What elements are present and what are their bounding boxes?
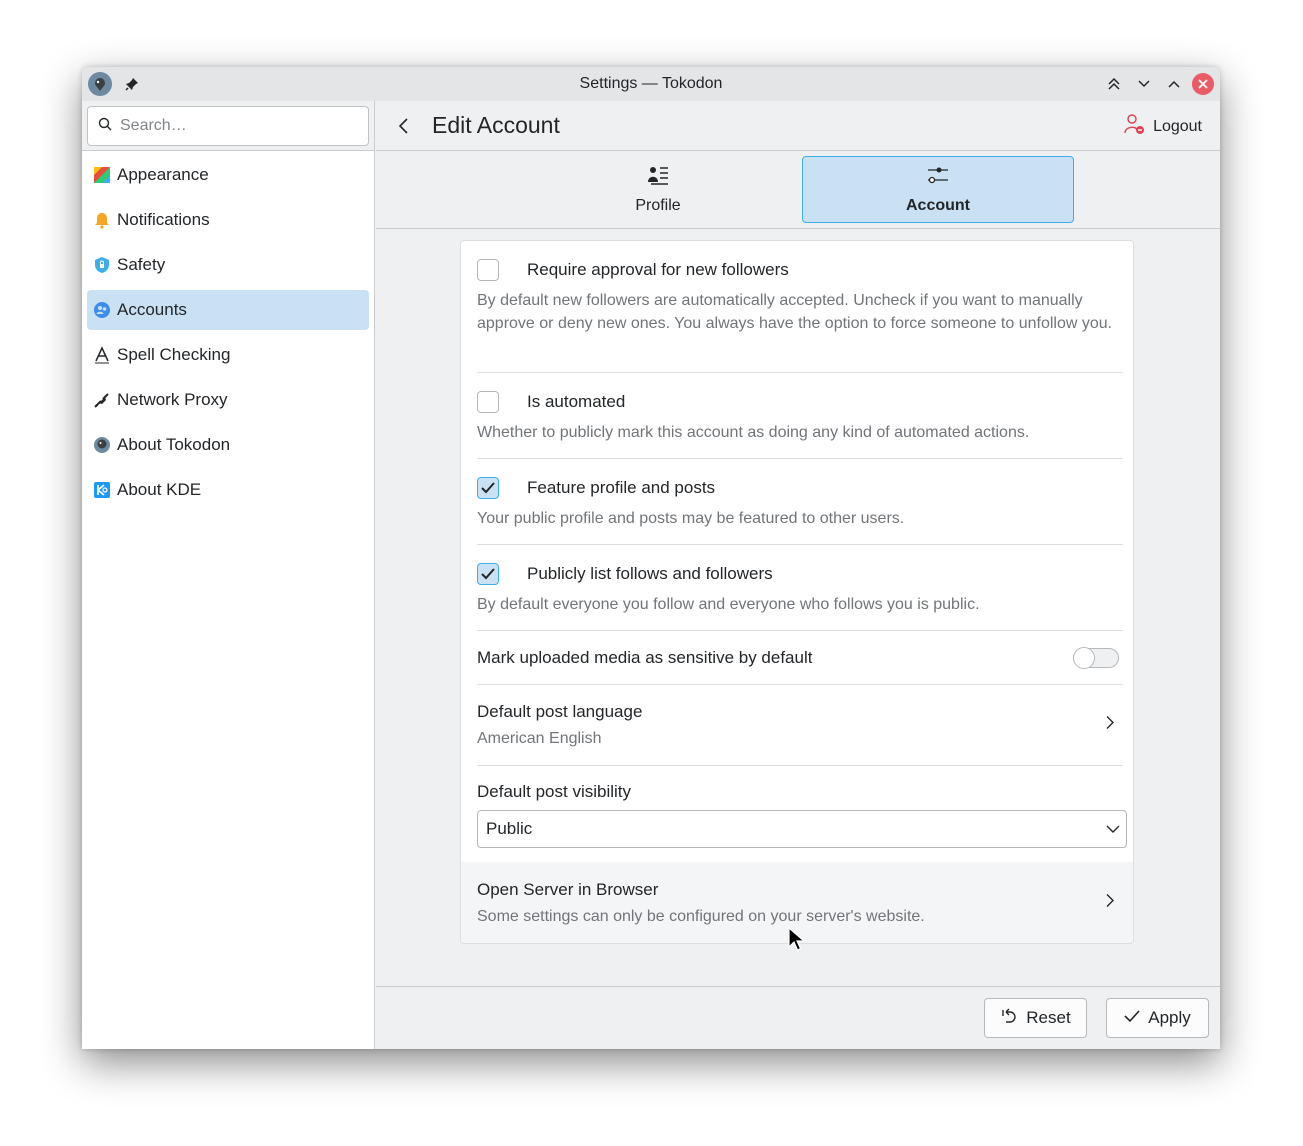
sidebar-item-label: Safety (117, 255, 166, 274)
sidebar-item-label: Spell Checking (117, 345, 231, 364)
tab-bar: Profile Account (376, 152, 1220, 229)
sensitive-media-toggle[interactable] (1073, 646, 1119, 669)
pin-icon[interactable] (120, 72, 144, 96)
post-language-row[interactable]: Default post language American English (477, 685, 1123, 766)
tab-label: Account (906, 197, 970, 214)
sidebar-item-about-kde[interactable]: About KDE (87, 470, 369, 510)
tab-account[interactable]: Account (802, 156, 1074, 223)
setting-label: Is automated (527, 392, 626, 411)
sidebar-item-appearance[interactable]: Appearance (87, 155, 369, 195)
sidebar-item-notifications[interactable]: Notifications (87, 200, 369, 240)
setting-description: Your public profile and posts may be fea… (477, 510, 905, 527)
sidebar-item-network-proxy[interactable]: Network Proxy (87, 380, 369, 420)
search-field[interactable] (87, 106, 369, 146)
sidebar-nav: Appearance Notifications Safety Accounts (82, 151, 374, 519)
setting-label: Default post language (477, 702, 643, 721)
shield-icon (93, 256, 111, 274)
sidebar-item-label: About Tokodon (117, 435, 231, 454)
search-icon (98, 117, 112, 136)
setting-label: Publicly list follows and followers (527, 564, 773, 583)
spellcheck-icon (93, 346, 111, 364)
chevron-down-icon (1106, 819, 1120, 839)
sidebar-item-label: Network Proxy (117, 390, 228, 409)
page-title: Edit Account (432, 112, 560, 138)
window-title: Settings — Tokodon (579, 75, 723, 92)
sidebar-item-accounts[interactable]: Accounts (87, 290, 369, 330)
user-remove-icon (1123, 113, 1145, 140)
feature-profile-row: Feature profile and posts Your public pr… (477, 459, 1123, 545)
account-settings-card: Require approval for new followers By de… (460, 240, 1134, 944)
title-bar: Settings — Tokodon (82, 67, 1220, 101)
require-approval-row: Require approval for new followers By de… (477, 241, 1123, 373)
kde-icon (93, 481, 111, 499)
maximize-icon[interactable] (1162, 72, 1186, 96)
back-icon[interactable] (390, 112, 418, 140)
tokodon-icon (93, 436, 111, 454)
setting-description: Whether to publicly mark this account as… (477, 424, 1030, 441)
tokodon-app-icon[interactable] (88, 72, 112, 96)
checkmark-icon (1124, 1008, 1140, 1028)
sidebar-item-label: Accounts (117, 300, 187, 319)
select-value: Public (486, 819, 533, 838)
logout-button[interactable]: Logout (1123, 113, 1202, 140)
mouse-cursor-icon (788, 926, 806, 958)
feature-profile-checkbox[interactable] (477, 477, 499, 499)
post-visibility-row: Default post visibility Public (477, 766, 1127, 865)
profile-icon (647, 164, 669, 191)
setting-label: Open Server in Browser (477, 879, 659, 899)
settings-content: Require approval for new followers By de… (376, 230, 1220, 986)
accounts-icon (93, 301, 111, 319)
tab-profile[interactable]: Profile (522, 156, 794, 223)
reset-label: Reset (1026, 1008, 1071, 1027)
sensitive-media-row: Mark uploaded media as sensitive by defa… (477, 631, 1123, 685)
sidebar-item-label: Appearance (117, 165, 209, 184)
publicly-list-row: Publicly list follows and followers By d… (477, 545, 1123, 631)
sidebar-item-label: Notifications (117, 210, 210, 229)
bell-icon (93, 211, 111, 229)
chevron-right-icon (1105, 893, 1115, 912)
setting-description: By default everyone you follow and every… (477, 596, 980, 613)
require-approval-checkbox[interactable] (477, 259, 499, 281)
apply-button[interactable]: Apply (1106, 998, 1209, 1038)
checkmark-icon (481, 482, 495, 494)
setting-label: Mark uploaded media as sensitive by defa… (477, 647, 813, 667)
setting-label: Require approval for new followers (527, 260, 789, 279)
chevron-right-icon (1105, 716, 1115, 735)
page-header: Edit Account Logout (376, 101, 1220, 151)
is-automated-checkbox[interactable] (477, 391, 499, 413)
setting-label: Feature profile and posts (527, 478, 716, 497)
tab-label: Profile (635, 197, 681, 214)
setting-description: Some settings can only be configured on … (477, 907, 925, 925)
is-automated-row: Is automated Whether to publicly mark th… (477, 373, 1123, 459)
logout-label: Logout (1153, 117, 1202, 135)
reset-button[interactable]: Reset (984, 998, 1087, 1038)
setting-value: American English (477, 730, 602, 747)
sidebar: Appearance Notifications Safety Accounts (82, 101, 375, 1049)
keep-above-icon[interactable] (1102, 72, 1126, 96)
sidebar-item-safety[interactable]: Safety (87, 245, 369, 285)
sliders-icon (927, 164, 949, 191)
publicly-list-checkbox[interactable] (477, 563, 499, 585)
close-icon[interactable] (1192, 73, 1214, 95)
setting-description: By default new followers are automatical… (477, 292, 1113, 332)
undo-icon (1000, 1007, 1018, 1030)
network-proxy-icon (93, 391, 111, 409)
sidebar-item-spell-checking[interactable]: Spell Checking (87, 335, 369, 375)
settings-window: Settings — Tokodon Search… Appearance No… (82, 67, 1220, 1049)
checkmark-icon (481, 568, 495, 580)
apply-label: Apply (1148, 1008, 1191, 1027)
setting-label: Default post visibility (477, 782, 632, 801)
sidebar-item-label: About KDE (117, 480, 202, 499)
appearance-icon (93, 166, 111, 184)
post-visibility-select[interactable]: Public (477, 810, 1127, 848)
sidebar-item-about-tokodon[interactable]: About Tokodon (87, 425, 369, 465)
search-input[interactable] (120, 117, 350, 135)
minimize-icon[interactable] (1132, 72, 1156, 96)
dialog-footer: Reset Apply (376, 986, 1220, 1049)
